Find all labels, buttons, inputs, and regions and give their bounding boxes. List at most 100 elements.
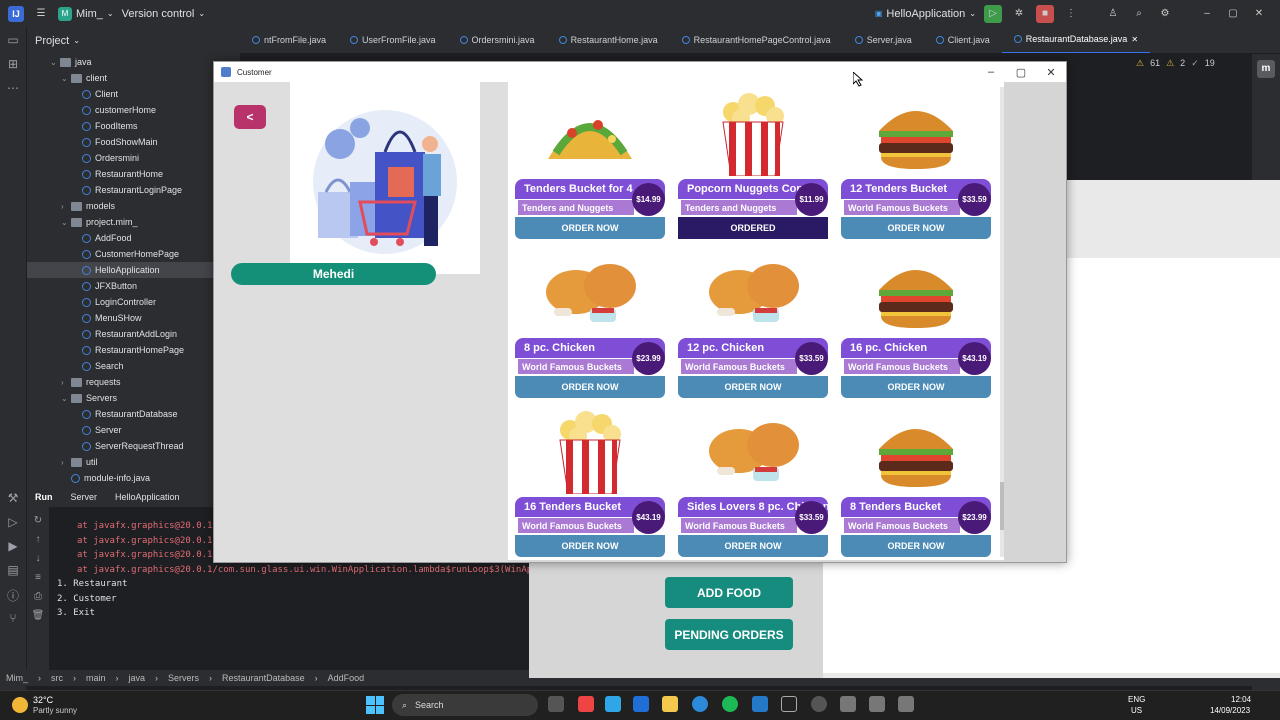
order-now-button[interactable]: ORDER NOW xyxy=(515,217,665,239)
breadcrumb-item[interactable]: java xyxy=(129,673,146,683)
tree-item[interactable]: › util xyxy=(27,454,240,470)
edge-icon[interactable] xyxy=(692,696,708,712)
breadcrumb-item[interactable]: main xyxy=(86,673,106,683)
pending-orders-button[interactable]: PENDING ORDERS xyxy=(665,619,793,650)
vcs-menu[interactable]: Version control ⌄ xyxy=(122,8,205,20)
debug-icon[interactable]: ✲ xyxy=(1010,5,1028,23)
editor-tab[interactable]: UserFromFile.java xyxy=(338,27,448,53)
scrollbar-thumb[interactable] xyxy=(1000,482,1004,530)
intellij-taskbar-icon[interactable] xyxy=(781,696,797,712)
order-now-button[interactable]: ORDER NOW xyxy=(841,217,991,239)
structure-tool-icon[interactable]: ⊞ xyxy=(4,57,22,75)
language-indicator[interactable]: ENG xyxy=(1128,695,1145,704)
vscode-icon[interactable] xyxy=(752,696,768,712)
editor-tab[interactable]: RestaurantDatabase.java ✕ xyxy=(1001,27,1151,53)
tree-item[interactable]: FoodShowMain xyxy=(27,134,240,150)
tree-item[interactable]: Server xyxy=(27,422,240,438)
main-menu-icon[interactable]: ☰ xyxy=(32,5,50,23)
tree-item[interactable]: ServerRequestThread xyxy=(27,438,240,454)
add-food-button[interactable]: ADD FOOD xyxy=(665,577,793,608)
tree-item[interactable]: ⌄ project.mim_ xyxy=(27,214,240,230)
editor-tab[interactable]: Server.java xyxy=(843,27,924,53)
tree-item[interactable]: RestaurantLoginPage xyxy=(27,182,240,198)
tree-expand-icon[interactable]: › xyxy=(61,458,71,467)
ordered-button[interactable]: ORDERED xyxy=(678,217,828,239)
app-icon[interactable] xyxy=(633,696,649,712)
customer-window-titlebar[interactable]: Customer – ▢ ✕ xyxy=(214,62,1066,82)
more-icon[interactable]: ⋮ xyxy=(1062,5,1080,23)
problems-icon[interactable]: ⓘ xyxy=(4,587,22,605)
print-icon[interactable]: ⎙ xyxy=(27,591,49,602)
search-icon[interactable]: ⌕ xyxy=(1130,5,1148,23)
project-tool-icon[interactable]: ▭ xyxy=(4,33,22,51)
tree-item[interactable]: Ordersmini xyxy=(27,150,240,166)
trash-icon[interactable]: 🗑 xyxy=(27,610,49,621)
close-tab-icon[interactable]: ✕ xyxy=(1131,35,1138,44)
breadcrumb-item[interactable]: src xyxy=(51,673,63,683)
run-tab[interactable]: HelloApplication xyxy=(115,492,180,502)
tree-item[interactable]: HelloApplication xyxy=(27,262,240,278)
tree-item[interactable]: LoginController xyxy=(27,294,240,310)
breadcrumb-item[interactable]: RestaurantDatabase xyxy=(222,673,305,683)
project-switcher[interactable]: M Mim_ ⌄ xyxy=(58,6,114,21)
tree-item[interactable]: Search xyxy=(27,358,240,374)
minimize-icon[interactable]: – xyxy=(976,62,1006,82)
soft-wrap-icon[interactable]: ≡ xyxy=(27,572,49,583)
tree-expand-icon[interactable]: › xyxy=(61,202,71,211)
tree-item[interactable]: ⌄ client xyxy=(27,70,240,86)
editor-tab[interactable]: ntFromFile.java xyxy=(240,27,338,53)
editor-tab[interactable]: RestaurantHomePageControl.java xyxy=(670,27,843,53)
tree-item[interactable]: Client xyxy=(27,86,240,102)
tree-item[interactable]: RestaurantHomePage xyxy=(27,342,240,358)
tree-expand-icon[interactable]: ⌄ xyxy=(61,74,71,83)
up-arrow-icon[interactable]: ↑ xyxy=(27,534,49,545)
tree-item[interactable]: MenuSHow xyxy=(27,310,240,326)
tree-item[interactable]: JFXButton xyxy=(27,278,240,294)
tree-item[interactable]: customerHome xyxy=(27,102,240,118)
run-config-selector[interactable]: ▣ HelloApplication ⌄ xyxy=(875,8,976,20)
rerun-icon[interactable]: ↻ xyxy=(27,515,49,526)
windows-start-icon[interactable] xyxy=(366,696,384,714)
order-now-button[interactable]: ORDER NOW xyxy=(841,535,991,557)
order-now-button[interactable]: ORDER NOW xyxy=(515,535,665,557)
down-arrow-icon[interactable]: ↓ xyxy=(27,553,49,564)
run-tab[interactable]: Server xyxy=(71,492,98,502)
maven-icon[interactable]: m xyxy=(1257,60,1275,78)
breadcrumb-item[interactable]: Servers xyxy=(168,673,199,683)
tree-item[interactable]: › models xyxy=(27,198,240,214)
breadcrumb-item[interactable]: AddFood xyxy=(328,673,365,683)
editor-tab[interactable]: RestaurantHome.java xyxy=(547,27,670,53)
code-with-me-icon[interactable]: ♙ xyxy=(1104,5,1122,23)
app-icon[interactable] xyxy=(811,696,827,712)
tree-item[interactable]: RestaurantAddLogin xyxy=(27,326,240,342)
run-console-icon[interactable]: ▶ xyxy=(4,539,22,557)
tree-item[interactable]: module-info.java xyxy=(27,470,240,486)
editor-tab[interactable]: Ordersmini.java xyxy=(448,27,547,53)
weather-icon[interactable] xyxy=(12,697,28,713)
order-now-button[interactable]: ORDER NOW xyxy=(678,535,828,557)
tree-item[interactable]: AddFood xyxy=(27,230,240,246)
spotify-icon[interactable] xyxy=(722,696,738,712)
project-panel-header[interactable]: Project ⌄ xyxy=(27,27,240,54)
tree-item[interactable]: › requests xyxy=(27,374,240,390)
tree-expand-icon[interactable]: ⌄ xyxy=(50,58,60,67)
stop-button[interactable]: ■ xyxy=(1036,4,1054,23)
tree-item[interactable]: ⌄ java xyxy=(27,54,240,70)
run-tool-icon[interactable]: ▷ xyxy=(4,515,22,533)
tree-expand-icon[interactable]: ⌄ xyxy=(61,394,71,403)
minimize-icon[interactable]: – xyxy=(1198,5,1216,23)
tree-item[interactable]: CustomerHomePage xyxy=(27,246,240,262)
chrome-icon[interactable] xyxy=(578,696,594,712)
close-icon[interactable]: ✕ xyxy=(1036,62,1066,82)
terminal-icon[interactable]: ▤ xyxy=(4,563,22,581)
build-tool-icon[interactable]: ⚒ xyxy=(4,491,22,509)
close-icon[interactable]: ✕ xyxy=(1250,5,1268,23)
tree-item[interactable]: RestaurantDatabase xyxy=(27,406,240,422)
editor-tab[interactable]: Client.java xyxy=(924,27,1002,53)
order-now-button[interactable]: ORDER NOW xyxy=(841,376,991,398)
maximize-icon[interactable]: ▢ xyxy=(1224,5,1242,23)
tree-item[interactable]: RestaurantHome xyxy=(27,166,240,182)
taskbar-search[interactable]: ⌕ Search xyxy=(392,694,538,716)
task-view-icon[interactable] xyxy=(548,696,564,712)
java-app-icon[interactable] xyxy=(898,696,914,712)
